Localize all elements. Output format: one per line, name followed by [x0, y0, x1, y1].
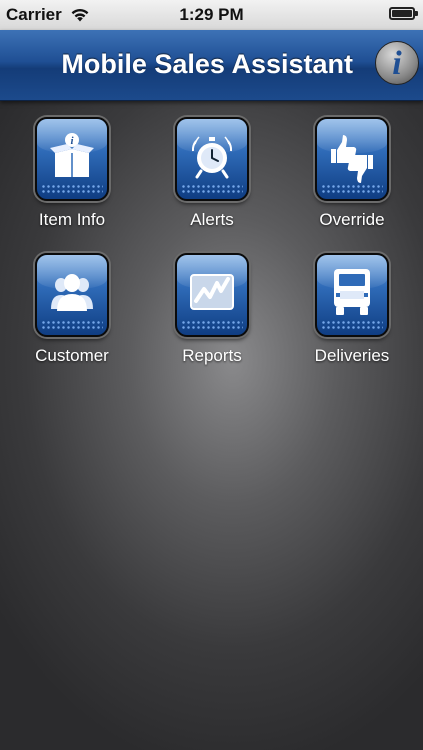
info-icon: i	[392, 45, 402, 82]
thumbs-up-down-icon	[331, 135, 373, 183]
menu-item-reports[interactable]: Reports	[157, 253, 267, 366]
box-info-icon: i	[50, 133, 94, 177]
menu-item-label: Deliveries	[314, 346, 390, 365]
alarm-clock-icon	[191, 136, 233, 179]
menu-item-override[interactable]: Override	[297, 117, 407, 230]
menu-item-item-info[interactable]: i Item Info	[17, 117, 127, 230]
customer-icon	[51, 274, 93, 311]
app-screen: Carrier 1:29 PM Mobile Sales Assistant i…	[0, 0, 423, 750]
menu-icon-frame: i	[35, 117, 109, 201]
truck-icon	[334, 269, 370, 315]
menu-item-alerts[interactable]: Alerts	[157, 117, 267, 230]
info-button[interactable]: i	[375, 41, 419, 85]
status-bar: Carrier 1:29 PM	[0, 0, 423, 30]
menu-item-label: Alerts	[190, 210, 234, 229]
status-time: 1:29 PM	[179, 5, 244, 24]
chart-icon	[190, 274, 234, 310]
menu-icon-frame	[175, 253, 249, 337]
menu-item-label: Override	[319, 210, 385, 229]
menu-icon-frame	[35, 253, 109, 337]
menu-item-deliveries[interactable]: Deliveries	[297, 253, 407, 366]
menu-icon-frame	[315, 117, 389, 201]
menu-item-label: Item Info	[38, 210, 106, 229]
battery-icon	[389, 7, 418, 20]
menu-icon-frame	[315, 253, 389, 337]
menu-item-label: Reports	[182, 346, 242, 365]
page-title: Mobile Sales Assistant	[61, 49, 353, 79]
menu-icon-frame	[175, 117, 249, 201]
navigation-bar: Mobile Sales Assistant i	[0, 30, 423, 101]
menu-item-customer[interactable]: Customer	[17, 253, 127, 366]
menu-item-label: Customer	[35, 346, 109, 365]
